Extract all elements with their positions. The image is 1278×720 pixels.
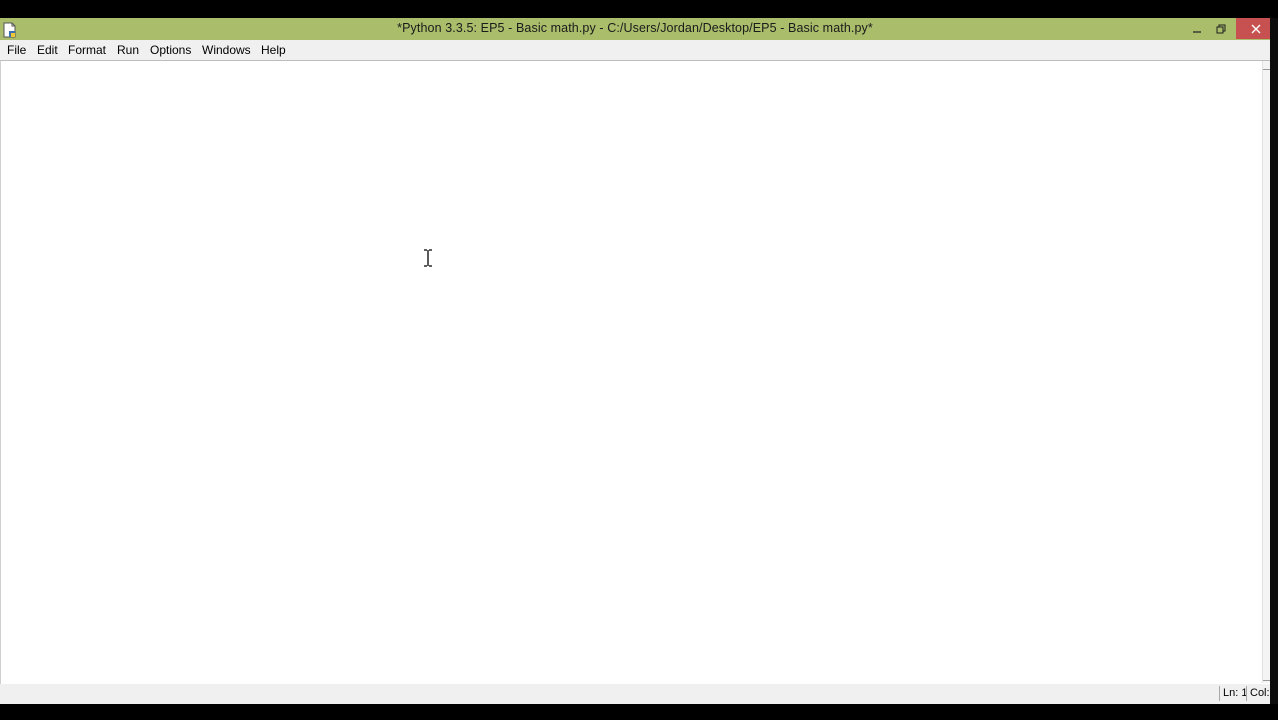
title-bar[interactable]: *Python 3.3.5: EP5 - Basic math.py - C:/… — [0, 18, 1276, 40]
menu-run[interactable]: Run — [117, 43, 139, 57]
restore-button[interactable] — [1208, 18, 1234, 39]
idle-editor-window: *Python 3.3.5: EP5 - Basic math.py - C:/… — [0, 18, 1276, 704]
menu-windows[interactable]: Windows — [202, 43, 251, 57]
i-beam-cursor-icon — [424, 249, 432, 267]
code-editor[interactable] — [0, 60, 1270, 684]
status-line: Ln: 1 — [1219, 686, 1247, 701]
close-icon — [1251, 24, 1261, 33]
window-title: *Python 3.3.5: EP5 - Basic math.py - C:/… — [397, 21, 873, 35]
scroll-up-icon[interactable] — [1263, 69, 1270, 75]
menu-help[interactable]: Help — [261, 43, 286, 57]
menu-bar: File Edit Format Run Options Windows Hel… — [0, 40, 1270, 60]
screen: *Python 3.3.5: EP5 - Basic math.py - C:/… — [0, 0, 1278, 720]
menu-options[interactable]: Options — [150, 43, 191, 57]
minimize-icon — [1193, 30, 1201, 33]
restore-icon — [1216, 24, 1226, 33]
menu-format[interactable]: Format — [68, 43, 106, 57]
menu-file[interactable]: File — [7, 43, 26, 57]
status-col: Col: — [1246, 686, 1270, 701]
status-bar: Ln: 1 Col: — [0, 684, 1270, 704]
vertical-scrollbar[interactable] — [1262, 61, 1270, 683]
menu-edit[interactable]: Edit — [37, 43, 58, 57]
minimize-button[interactable] — [1184, 18, 1210, 39]
code-text-area[interactable] — [3, 63, 1260, 682]
desktop-edge — [1270, 18, 1278, 704]
scroll-down-icon[interactable] — [1263, 675, 1270, 681]
